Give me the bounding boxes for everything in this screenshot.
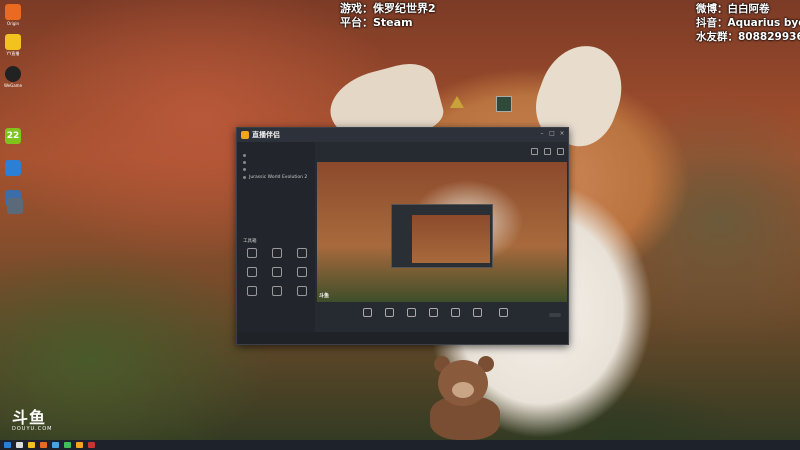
origin-icon — [5, 4, 21, 20]
taskbar-app-icon[interactable] — [88, 442, 95, 448]
control-button[interactable] — [467, 308, 487, 319]
douyu-logo-sub: DOUYU.COM — [12, 426, 53, 432]
mic-icon — [450, 308, 460, 317]
control-button[interactable] — [445, 308, 465, 319]
desktop-icon-wegame[interactable]: WeGame — [2, 66, 24, 88]
tool-button[interactable] — [239, 248, 264, 259]
settings-icon[interactable] — [531, 148, 538, 155]
toolbox-grid — [239, 248, 315, 297]
search-icon[interactable] — [16, 442, 23, 448]
maximize-icon[interactable]: □ — [549, 131, 555, 137]
desktop-icon-app6[interactable] — [4, 196, 26, 214]
scene-item[interactable] — [237, 166, 315, 173]
tool-button[interactable] — [239, 286, 264, 297]
taskbar-app-icon[interactable] — [76, 442, 83, 448]
overlay-weibo: 微博：白白阿卷 — [696, 3, 770, 15]
sidebar-tabs — [237, 142, 315, 146]
scene-item[interactable]: Jurassic World Evolution 2 — [237, 173, 315, 182]
douyu-logo-text: 斗鱼 — [12, 408, 47, 427]
eye-icon[interactable] — [243, 176, 246, 179]
scene-item[interactable] — [237, 152, 315, 159]
control-icon — [406, 308, 416, 317]
taskbar-app-icon[interactable] — [40, 442, 47, 448]
stream-info-header — [319, 144, 322, 149]
app-icon — [7, 198, 23, 214]
window-footer — [237, 332, 568, 344]
tool-icon — [246, 267, 257, 277]
camera-icon — [498, 308, 508, 317]
overlay-platform: 平台：Steam — [340, 16, 413, 29]
share-icon[interactable] — [544, 148, 551, 155]
tool-button[interactable] — [290, 248, 315, 259]
overlay-fans-group: 水友群：808829936 — [696, 31, 800, 43]
control-button[interactable] — [423, 308, 443, 319]
app-icon — [5, 160, 21, 176]
control-button[interactable] — [379, 308, 399, 319]
tool-button[interactable] — [290, 267, 315, 278]
desktop-shortcut-icon[interactable] — [496, 96, 512, 112]
close-icon[interactable]: × — [559, 131, 565, 137]
taskbar-app-icon[interactable] — [52, 442, 59, 448]
fullscreen-icon[interactable] — [557, 148, 564, 155]
stream-controls-bar — [317, 304, 567, 332]
eye-icon[interactable] — [243, 168, 246, 171]
desktop-icon-origin[interactable]: Origin — [2, 4, 24, 26]
tool-button[interactable] — [239, 267, 264, 278]
toolbox-title: 工具箱 — [243, 239, 257, 244]
app-logo-icon — [241, 131, 249, 139]
tool-icon — [271, 248, 282, 258]
desktop-icon-yy[interactable]: YY直播 — [2, 34, 24, 56]
tool-icon — [297, 286, 308, 296]
tool-button[interactable] — [290, 286, 315, 297]
tool-icon — [297, 267, 308, 277]
control-icon — [428, 308, 438, 317]
taskbar — [0, 440, 800, 450]
control-icon — [384, 308, 394, 317]
app-sidebar: Jurassic World Evolution 2 工具箱 — [237, 142, 315, 332]
minimize-icon[interactable]: – — [539, 131, 545, 137]
desktop-icon-app4[interactable] — [2, 160, 24, 176]
yy-icon — [5, 34, 21, 50]
tool-button[interactable] — [264, 286, 289, 297]
desktop-icon-22[interactable]: 22 — [2, 128, 24, 144]
streaming-app-window: 直播伴侣 – □ × Jurassic World Evolution 2 工具… — [236, 127, 569, 345]
start-icon[interactable] — [4, 442, 11, 448]
scene-list: Jurassic World Evolution 2 — [237, 152, 315, 182]
control-button[interactable] — [401, 308, 421, 319]
start-stream-button[interactable] — [549, 313, 561, 317]
speaker-icon — [472, 308, 482, 317]
tool-icon — [246, 286, 257, 296]
preview-recursive-window — [391, 204, 493, 268]
control-button[interactable] — [357, 308, 377, 319]
scene-item[interactable] — [237, 159, 315, 166]
taskbar-app-icon[interactable] — [28, 442, 35, 448]
stream-overlay-left: 游戏：侏罗纪世界2 平台：Steam — [340, 2, 436, 30]
taskbar-app-icon[interactable] — [64, 442, 71, 448]
stream-overlay-right: 微博：白白阿卷 抖音：Aquarius byd 水友群：808829936 — [696, 2, 800, 44]
window-controls: – □ × — [539, 131, 565, 137]
eye-icon[interactable] — [243, 161, 246, 164]
stream-preview[interactable]: 斗鱼 — [317, 162, 567, 302]
eye-icon[interactable] — [243, 154, 246, 157]
control-button[interactable] — [493, 308, 513, 319]
wallpaper-teddy-bear — [420, 356, 510, 440]
overlay-douyin: 抖音：Aquarius byd — [696, 17, 800, 29]
wegame-icon — [5, 66, 21, 82]
tool-icon — [246, 248, 257, 258]
douyu-watermark: 斗鱼 DOUYU.COM — [12, 408, 53, 433]
tool-icon — [297, 248, 308, 258]
preview-logo: 斗鱼 — [319, 293, 330, 299]
tool-button[interactable] — [264, 248, 289, 259]
overlay-game: 游戏：侏罗纪世界2 — [340, 2, 436, 15]
tool-icon — [271, 267, 282, 277]
preview-toolbar — [531, 148, 564, 155]
window-titlebar[interactable]: 直播伴侣 – □ × — [237, 128, 568, 142]
tool-icon — [271, 286, 282, 296]
control-icon — [362, 308, 372, 317]
tool-button[interactable] — [264, 267, 289, 278]
app-22-icon: 22 — [5, 128, 21, 144]
window-title: 直播伴侣 — [252, 131, 280, 139]
